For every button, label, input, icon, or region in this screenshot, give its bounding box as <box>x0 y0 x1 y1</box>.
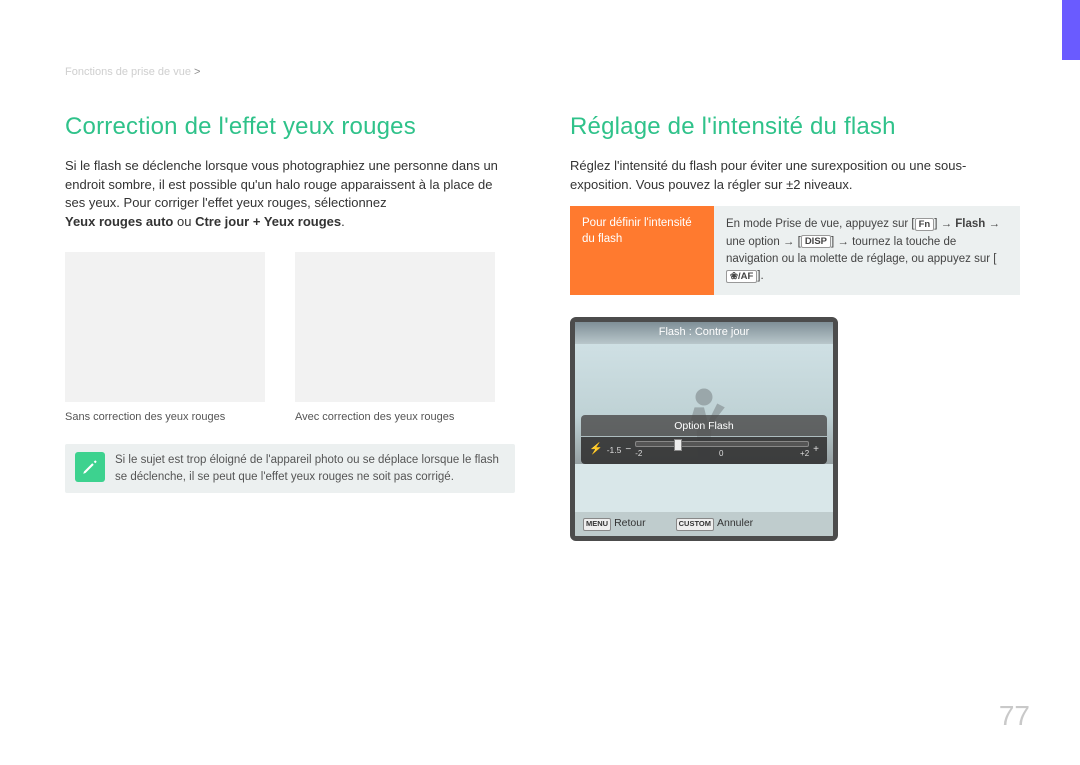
fn-button-icon: Fn <box>915 218 935 231</box>
paragraph-flash-intensity: Réglez l'intensité du flash pour éviter … <box>570 157 1020 195</box>
camera-footer: MENURetour CUSTOMAnnuler <box>575 512 833 535</box>
pen-icon <box>75 452 105 482</box>
chevron-right-icon: > <box>194 66 200 78</box>
breadcrumb: Fonctions de prise de vue > <box>65 65 200 81</box>
definition-box: Pour définir l'intensité du flash En mod… <box>570 206 1020 295</box>
plus-icon[interactable]: + <box>813 443 819 458</box>
definition-body: En mode Prise de vue, appuyez sur [Fn] →… <box>714 206 1020 295</box>
note-box: Si le sujet est trop éloigné de l'appare… <box>65 444 515 493</box>
menu-key-icon: MENU <box>583 518 611 531</box>
custom-key-icon: CUSTOM <box>676 518 714 531</box>
right-column: Réglage de l'intensité du flash Réglez l… <box>570 60 1020 541</box>
camera-preview: Option Flash ⚡ -1.5 − -2 0 +2 + <box>575 344 833 464</box>
breadcrumb-section: Fonctions de prise de vue <box>65 66 191 78</box>
custom-button[interactable]: CUSTOMAnnuler <box>676 516 754 531</box>
photo-with-correction <box>295 252 495 402</box>
heading-red-eye: Correction de l'effet yeux rouges <box>65 110 515 145</box>
slider-track[interactable] <box>635 441 809 447</box>
disp-button-icon: DISP <box>801 235 831 248</box>
paragraph-red-eye: Si le flash se déclenche lorsque vous ph… <box>65 157 515 232</box>
slider-value: -1.5 <box>607 444 622 456</box>
left-column: Correction de l'effet yeux rouges Si le … <box>65 60 515 541</box>
photo-captions: Sans correction des yeux rouges Avec cor… <box>65 410 515 426</box>
caption-with: Avec correction des yeux rouges <box>295 410 495 426</box>
menu-button[interactable]: MENURetour <box>583 516 646 531</box>
camera-screen: Flash : Contre jour Option Flash ⚡ -1.5 … <box>570 317 838 540</box>
camera-title: Flash : Contre jour <box>575 322 833 344</box>
caption-without: Sans correction des yeux rouges <box>65 410 265 426</box>
heading-flash-intensity: Réglage de l'intensité du flash <box>570 110 1020 145</box>
slider-knob[interactable] <box>674 439 682 451</box>
af-button-icon: ❀/AF <box>726 270 757 283</box>
note-text: Si le sujet est trop éloigné de l'appare… <box>115 452 505 485</box>
option-auto: Yeux rouges auto <box>65 214 173 229</box>
option-ctrejour: Ctre jour + Yeux rouges <box>195 214 341 229</box>
page-number: 77 <box>999 696 1030 737</box>
photo-without-correction <box>65 252 265 402</box>
slider-scale: -2 0 +2 <box>635 441 809 460</box>
bolt-icon: ⚡ <box>589 442 603 458</box>
camera-option-label: Option Flash <box>581 415 827 436</box>
definition-label: Pour définir l'intensité du flash <box>570 206 714 295</box>
example-photos <box>65 252 515 402</box>
minus-icon[interactable]: − <box>625 443 631 458</box>
flash-intensity-slider[interactable]: ⚡ -1.5 − -2 0 +2 + <box>581 437 827 465</box>
section-tab <box>1062 0 1080 60</box>
